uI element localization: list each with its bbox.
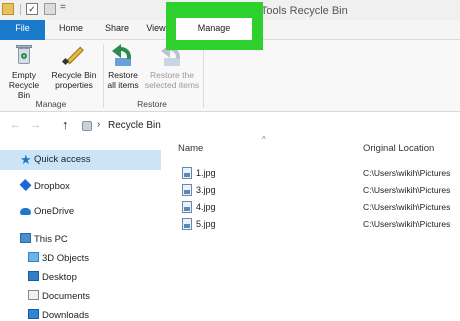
file-list: ^ Name Original Location 1.jpg C:\Users\…: [170, 135, 460, 321]
nav-item-onedrive[interactable]: OneDrive: [20, 206, 74, 217]
star-icon: ★: [20, 152, 32, 167]
restore-all-label-2: all items: [107, 80, 139, 90]
file-name: 4.jpg: [196, 202, 216, 212]
image-file-icon: [182, 218, 192, 230]
folder-icon[interactable]: [2, 3, 14, 15]
file-row[interactable]: 4.jpg C:\Users\wikih\Pictures: [170, 200, 460, 216]
restore-all-label-1: Restore: [108, 70, 138, 80]
nav-item-label: This PC: [34, 234, 68, 245]
restore-selected-label-1: Restore the: [150, 70, 194, 80]
group-label-manage: Manage: [35, 99, 67, 109]
forward-button[interactable]: →: [30, 119, 41, 131]
cloud-icon: [20, 208, 31, 215]
toolbar-separator: [20, 4, 21, 15]
group-label-restore: Restore: [137, 99, 167, 109]
nav-item-quick-access[interactable]: ★ Quick access: [0, 150, 161, 170]
file-location: C:\Users\wikih\Pictures: [363, 168, 451, 178]
file-location: C:\Users\wikih\Pictures: [363, 219, 451, 229]
properties-check-icon[interactable]: ✓: [26, 3, 38, 15]
file-name: 3.jpg: [196, 185, 216, 195]
nav-item-label: 3D Objects: [42, 253, 89, 264]
tab-manage[interactable]: Manage: [176, 18, 252, 40]
file-name: 5.jpg: [196, 219, 216, 229]
image-file-icon: [182, 184, 192, 196]
breadcrumb-chevron[interactable]: ›: [97, 119, 100, 130]
ribbon: Empty Recycle Bin Recycle Bin properties…: [0, 40, 460, 112]
nav-item-label: Documents: [42, 291, 91, 302]
back-button[interactable]: ←: [10, 119, 21, 131]
dropbox-icon: [19, 179, 32, 191]
nav-item-label: OneDrive: [34, 206, 75, 217]
recycle-bin-small-icon: [82, 121, 92, 131]
empty-recycle-bin-button[interactable]: Empty Recycle Bin: [4, 42, 44, 100]
properties-label-1: Recycle Bin: [51, 70, 97, 80]
file-row[interactable]: 1.jpg C:\Users\wikih\Pictures: [170, 166, 460, 182]
column-header-name[interactable]: Name: [178, 143, 203, 154]
nav-item-label: Downloads: [42, 310, 89, 321]
customize-toolbar-dropdown[interactable]: =: [60, 2, 66, 13]
recycle-bin-icon: [11, 42, 37, 66]
file-name: 1.jpg: [196, 168, 216, 178]
recycle-bin-properties-button[interactable]: Recycle Bin properties: [50, 42, 98, 90]
pencil-properties-icon: [61, 42, 87, 66]
file-location: C:\Users\wikih\Pictures: [363, 185, 451, 195]
nav-item-downloads[interactable]: Downloads: [28, 309, 89, 321]
download-folder-icon: [28, 309, 39, 319]
nav-item-label: Quick access: [34, 154, 91, 165]
document-folder-icon: [28, 290, 39, 300]
breadcrumb-recycle-bin[interactable]: Recycle Bin: [108, 120, 161, 131]
restore-arrow-icon: [110, 42, 136, 66]
restore-selected-label-2: selected items: [144, 80, 200, 90]
nav-item-dropbox[interactable]: Dropbox: [19, 179, 70, 192]
desktop-folder-icon: [28, 271, 39, 281]
tab-view[interactable]: View: [144, 20, 168, 40]
file-location: C:\Users\wikih\Pictures: [363, 202, 451, 212]
empty-bin-label-1: Empty: [11, 70, 37, 80]
image-file-icon: [182, 201, 192, 213]
navigation-pane: ★ Quick access Dropbox OneDrive This PC …: [0, 140, 165, 321]
file-row[interactable]: 3.jpg C:\Users\wikih\Pictures: [170, 183, 460, 199]
nav-item-label: Desktop: [42, 272, 77, 283]
tab-share[interactable]: Share: [97, 20, 137, 40]
up-button[interactable]: ↑: [62, 117, 69, 132]
nav-item-desktop[interactable]: Desktop: [28, 271, 77, 283]
file-row[interactable]: 5.jpg C:\Users\wikih\Pictures: [170, 217, 460, 233]
restore-all-items-button[interactable]: Restore all items: [104, 42, 142, 90]
new-folder-icon[interactable]: [44, 3, 56, 15]
group-separator: [203, 44, 204, 108]
tab-home[interactable]: Home: [52, 20, 90, 40]
nav-item-documents[interactable]: Documents: [28, 290, 90, 302]
nav-item-this-pc[interactable]: This PC: [20, 233, 68, 245]
sort-indicator-icon: ^: [262, 135, 266, 144]
image-file-icon: [182, 167, 192, 179]
nav-item-3d-objects[interactable]: 3D Objects: [28, 252, 89, 264]
empty-bin-label-2: Recycle Bin: [8, 80, 40, 100]
properties-label-2: properties: [55, 80, 93, 90]
computer-icon: [20, 233, 31, 243]
cube-folder-icon: [28, 252, 39, 262]
tab-file[interactable]: File: [0, 20, 45, 40]
nav-item-label: Dropbox: [34, 181, 70, 192]
column-header-original-location[interactable]: Original Location: [363, 143, 434, 154]
